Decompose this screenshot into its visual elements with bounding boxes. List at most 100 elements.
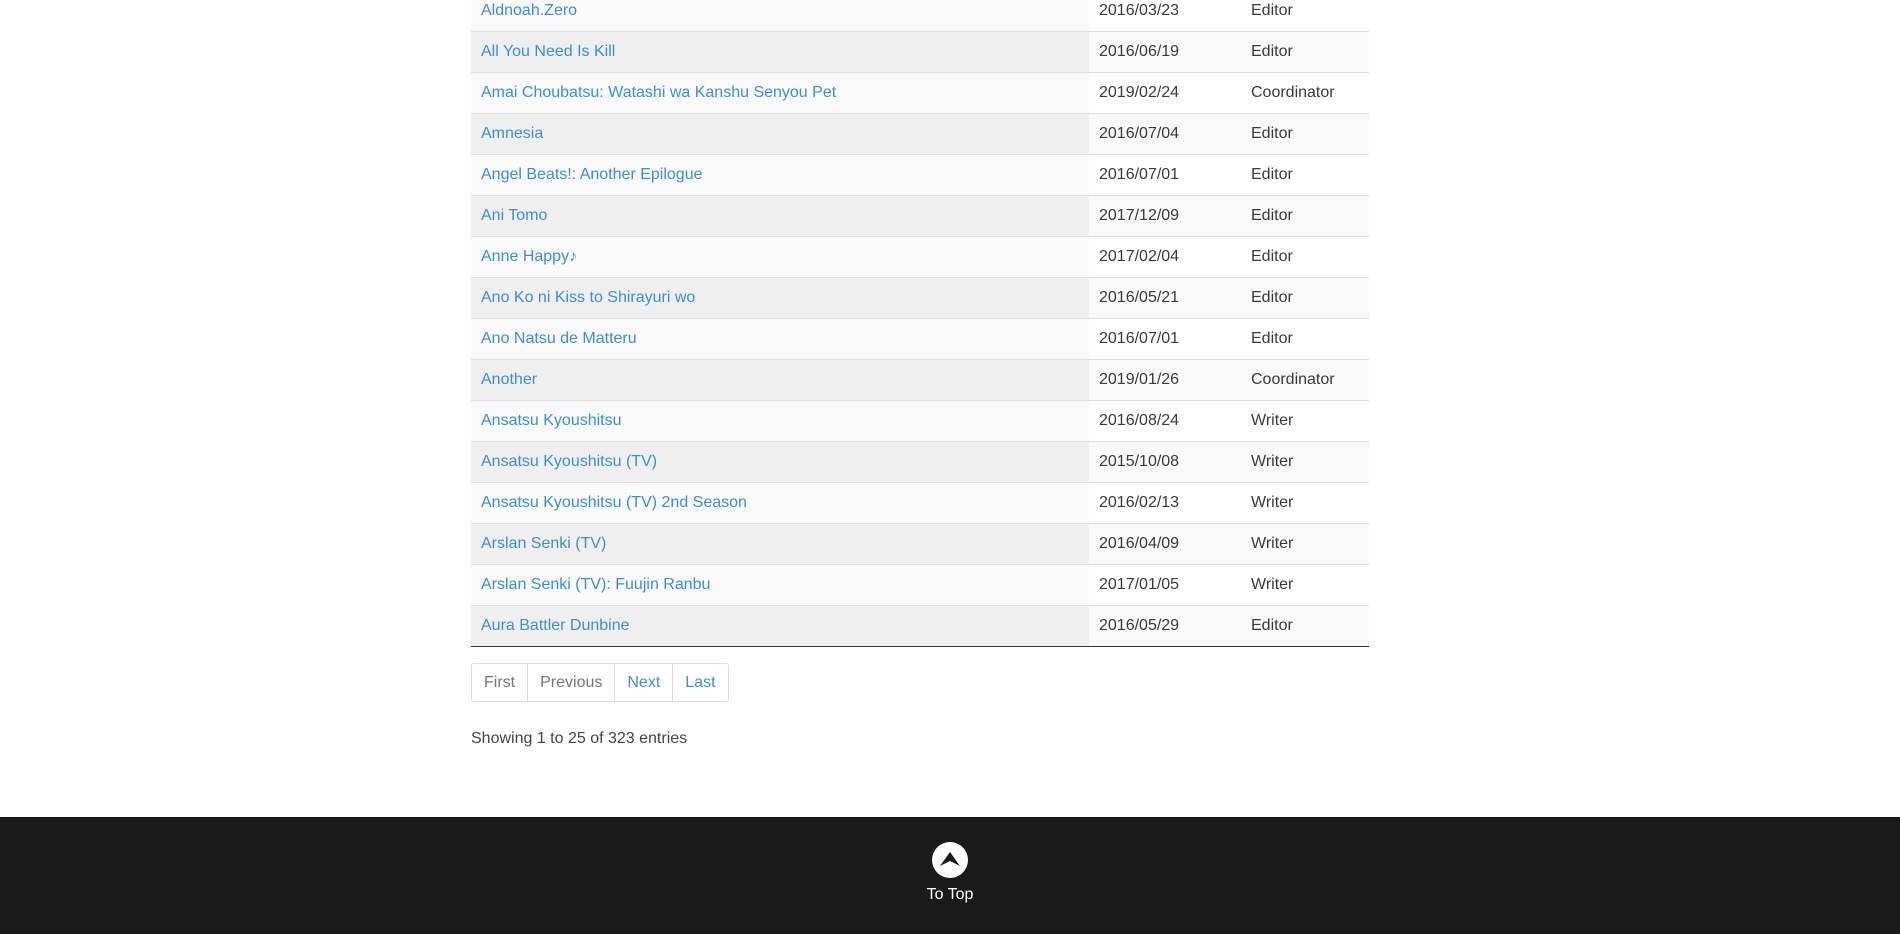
title-link[interactable]: Arslan Senki (TV): Fuujin Ranbu (481, 576, 710, 593)
table-row: Ansatsu Kyoushitsu 2016/08/24 Writer (471, 400, 1369, 442)
title-cell: Another (471, 359, 1089, 401)
table-row: Ano Ko ni Kiss to Shirayuri wo 2016/05/21… (471, 277, 1369, 319)
date-cell: 2019/02/24 (1089, 72, 1241, 114)
role-cell: Editor (1241, 154, 1369, 196)
date-cell: 2017/12/09 (1089, 195, 1241, 237)
role-cell: Writer (1241, 400, 1369, 442)
date-text: 2016/02/13 (1099, 494, 1180, 511)
date-text: 2019/01/26 (1099, 371, 1180, 388)
title-cell: Aura Battler Dunbine (471, 605, 1089, 647)
date-cell: 2016/04/09 (1089, 523, 1241, 565)
role-text: Coordinator (1251, 371, 1335, 388)
date-text: 2016/03/23 (1099, 2, 1180, 19)
entries-table: Aldnoah.Zero 2016/03/23 Editor All You Need… (471, 0, 1369, 647)
role-cell: Coordinator (1241, 72, 1369, 114)
role-cell: Editor (1241, 277, 1369, 319)
date-text: 2017/02/04 (1099, 248, 1180, 265)
date-text: 2016/07/04 (1099, 125, 1180, 142)
date-text: 2016/05/29 (1099, 617, 1180, 634)
title-cell: Ano Ko ni Kiss to Shirayuri wo (471, 277, 1089, 319)
title-link[interactable]: Ano Natsu de Matteru (481, 330, 637, 347)
role-text: Writer (1251, 453, 1294, 470)
title-cell: Ansatsu Kyoushitsu (TV) (471, 441, 1089, 483)
date-text: 2015/10/08 (1099, 453, 1180, 470)
role-cell: Editor (1241, 195, 1369, 237)
date-text: 2016/06/19 (1099, 43, 1180, 60)
role-text: Editor (1251, 43, 1293, 60)
title-link[interactable]: Aldnoah.Zero (481, 2, 577, 19)
title-link[interactable]: Anne Happy♪ (481, 248, 577, 265)
date-text: 2017/01/05 (1099, 576, 1180, 593)
date-text: 2016/07/01 (1099, 330, 1180, 347)
role-text: Editor (1251, 125, 1293, 142)
table-row: All You Need Is Kill 2016/06/19 Editor (471, 31, 1369, 73)
title-cell: Arslan Senki (TV): Fuujin Ranbu (471, 564, 1089, 606)
date-cell: 2016/06/19 (1089, 31, 1241, 73)
date-cell: 2016/07/01 (1089, 154, 1241, 196)
title-link[interactable]: Ansatsu Kyoushitsu (481, 412, 622, 429)
chevron-up-icon (932, 842, 968, 878)
title-cell: Ansatsu Kyoushitsu (TV) 2nd Season (471, 482, 1089, 524)
date-cell: 2017/02/04 (1089, 236, 1241, 278)
title-link[interactable]: Arslan Senki (TV) (481, 535, 606, 552)
date-text: 2019/02/24 (1099, 84, 1180, 101)
to-top-button[interactable]: To Top (910, 842, 990, 904)
title-link[interactable]: Ansatsu Kyoushitsu (TV) 2nd Season (481, 494, 747, 511)
title-cell: Ano Natsu de Matteru (471, 318, 1089, 360)
date-cell: 2016/05/21 (1089, 277, 1241, 319)
table-row: Anne Happy♪ 2017/02/04 Editor (471, 236, 1369, 278)
main-content: Aldnoah.Zero 2016/03/23 Editor All You Need… (471, 0, 1369, 747)
table-row: Aldnoah.Zero 2016/03/23 Editor (471, 0, 1369, 32)
role-cell: Writer (1241, 564, 1369, 606)
table-row: Ano Natsu de Matteru 2016/07/01 Editor (471, 318, 1369, 360)
date-cell: 2016/07/04 (1089, 113, 1241, 155)
table-row: Amnesia 2016/07/04 Editor (471, 113, 1369, 155)
pagination-previous-button[interactable]: Previous (528, 664, 616, 701)
title-link[interactable]: Amnesia (481, 125, 543, 142)
role-cell: Writer (1241, 482, 1369, 524)
table-row: Arslan Senki (TV) 2016/04/09 Writer (471, 523, 1369, 565)
title-cell: Angel Beats!: Another Epilogue (471, 154, 1089, 196)
pagination: First Previous Next Last (471, 663, 729, 702)
role-text: Editor (1251, 2, 1293, 19)
entries-info: Showing 1 to 25 of 323 entries (471, 730, 688, 747)
date-cell: 2015/10/08 (1089, 441, 1241, 483)
date-text: 2016/05/21 (1099, 289, 1180, 306)
title-link[interactable]: Ansatsu Kyoushitsu (TV) (481, 453, 657, 470)
to-top-label: To Top (926, 886, 974, 903)
date-cell: 2016/05/29 (1089, 605, 1241, 647)
table-row: Ani Tomo 2017/12/09 Editor (471, 195, 1369, 237)
title-cell: All You Need Is Kill (471, 31, 1089, 73)
table-row: Arslan Senki (TV): Fuujin Ranbu 2017/01/0… (471, 564, 1369, 606)
role-cell: Editor (1241, 605, 1369, 647)
footer: To Top (0, 817, 1900, 934)
role-text: Editor (1251, 617, 1293, 634)
title-cell: Ansatsu Kyoushitsu (471, 400, 1089, 442)
role-text: Editor (1251, 289, 1293, 306)
title-link[interactable]: Ano Ko ni Kiss to Shirayuri wo (481, 289, 695, 306)
title-link[interactable]: Angel Beats!: Another Epilogue (481, 166, 703, 183)
pagination-first-button[interactable]: First (472, 664, 529, 701)
table-body: Aldnoah.Zero 2016/03/23 Editor All You Need… (471, 0, 1369, 647)
role-cell: Editor (1241, 236, 1369, 278)
table-row: Another 2019/01/26 Coordinator (471, 359, 1369, 401)
date-cell: 2016/02/13 (1089, 482, 1241, 524)
table-row: Angel Beats!: Another Epilogue 2016/07/01… (471, 154, 1369, 196)
title-cell: Aldnoah.Zero (471, 0, 1089, 32)
title-link[interactable]: Another (481, 371, 537, 388)
title-link[interactable]: Amai Choubatsu: Watashi wa Kanshu Senyou… (481, 84, 836, 101)
title-link[interactable]: Ani Tomo (481, 207, 547, 224)
title-link[interactable]: Aura Battler Dunbine (481, 617, 630, 634)
title-cell: Ani Tomo (471, 195, 1089, 237)
table-row: Aura Battler Dunbine 2016/05/29 Editor (471, 605, 1369, 647)
pagination-last-button[interactable]: Last (673, 664, 728, 701)
table-row: Amai Choubatsu: Watashi wa Kanshu Senyou… (471, 72, 1369, 114)
title-link[interactable]: All You Need Is Kill (481, 43, 615, 60)
title-cell: Amnesia (471, 113, 1089, 155)
date-cell: 2016/03/23 (1089, 0, 1241, 32)
pagination-next-button[interactable]: Next (615, 664, 674, 701)
date-cell: 2017/01/05 (1089, 564, 1241, 606)
role-text: Writer (1251, 576, 1294, 593)
table-row: Ansatsu Kyoushitsu (TV) 2nd Season 2016/0… (471, 482, 1369, 524)
role-cell: Writer (1241, 523, 1369, 565)
